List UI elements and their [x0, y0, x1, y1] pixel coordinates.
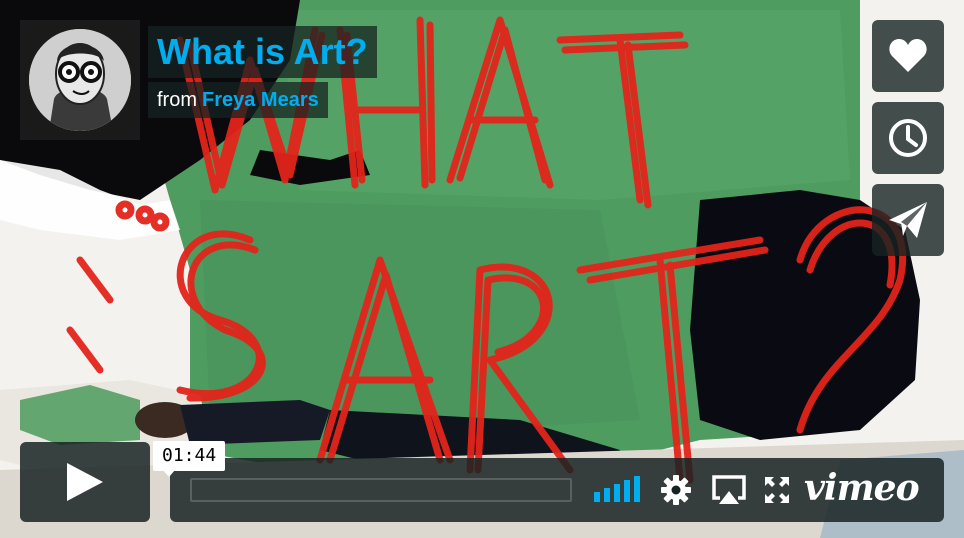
volume-bar	[624, 480, 630, 502]
volume-bar	[614, 484, 620, 502]
byline: from Freya Mears	[148, 82, 328, 118]
gear-icon	[661, 475, 691, 505]
volume-bar	[634, 476, 640, 502]
airplay-icon	[712, 475, 746, 504]
progress-bar[interactable]	[190, 478, 572, 502]
like-button[interactable]	[872, 20, 944, 92]
fullscreen-icon	[765, 477, 789, 503]
portrait-illustration	[29, 29, 131, 131]
volume-bar	[604, 488, 610, 502]
vimeo-logo[interactable]: vimeo	[804, 468, 920, 508]
avatar	[29, 29, 131, 131]
author-portrait[interactable]	[20, 20, 140, 140]
paper-plane-icon	[889, 202, 927, 238]
volume-control[interactable]	[594, 476, 642, 502]
clock-icon	[889, 119, 927, 157]
author-link[interactable]: Freya Mears	[202, 89, 319, 111]
settings-button[interactable]	[660, 474, 692, 506]
play-button[interactable]	[20, 442, 150, 522]
share-button[interactable]	[872, 184, 944, 256]
control-bar: vimeo	[170, 458, 944, 522]
timecode-tooltip: 01:44	[153, 441, 226, 477]
video-title[interactable]: What is Art?	[148, 26, 377, 78]
fullscreen-button[interactable]	[764, 476, 790, 504]
airplay-button[interactable]	[712, 474, 746, 506]
byline-prefix: from	[157, 89, 197, 111]
volume-bar	[594, 492, 600, 502]
heart-icon	[889, 39, 927, 72]
play-icon	[67, 463, 103, 501]
watch-later-button[interactable]	[872, 102, 944, 174]
